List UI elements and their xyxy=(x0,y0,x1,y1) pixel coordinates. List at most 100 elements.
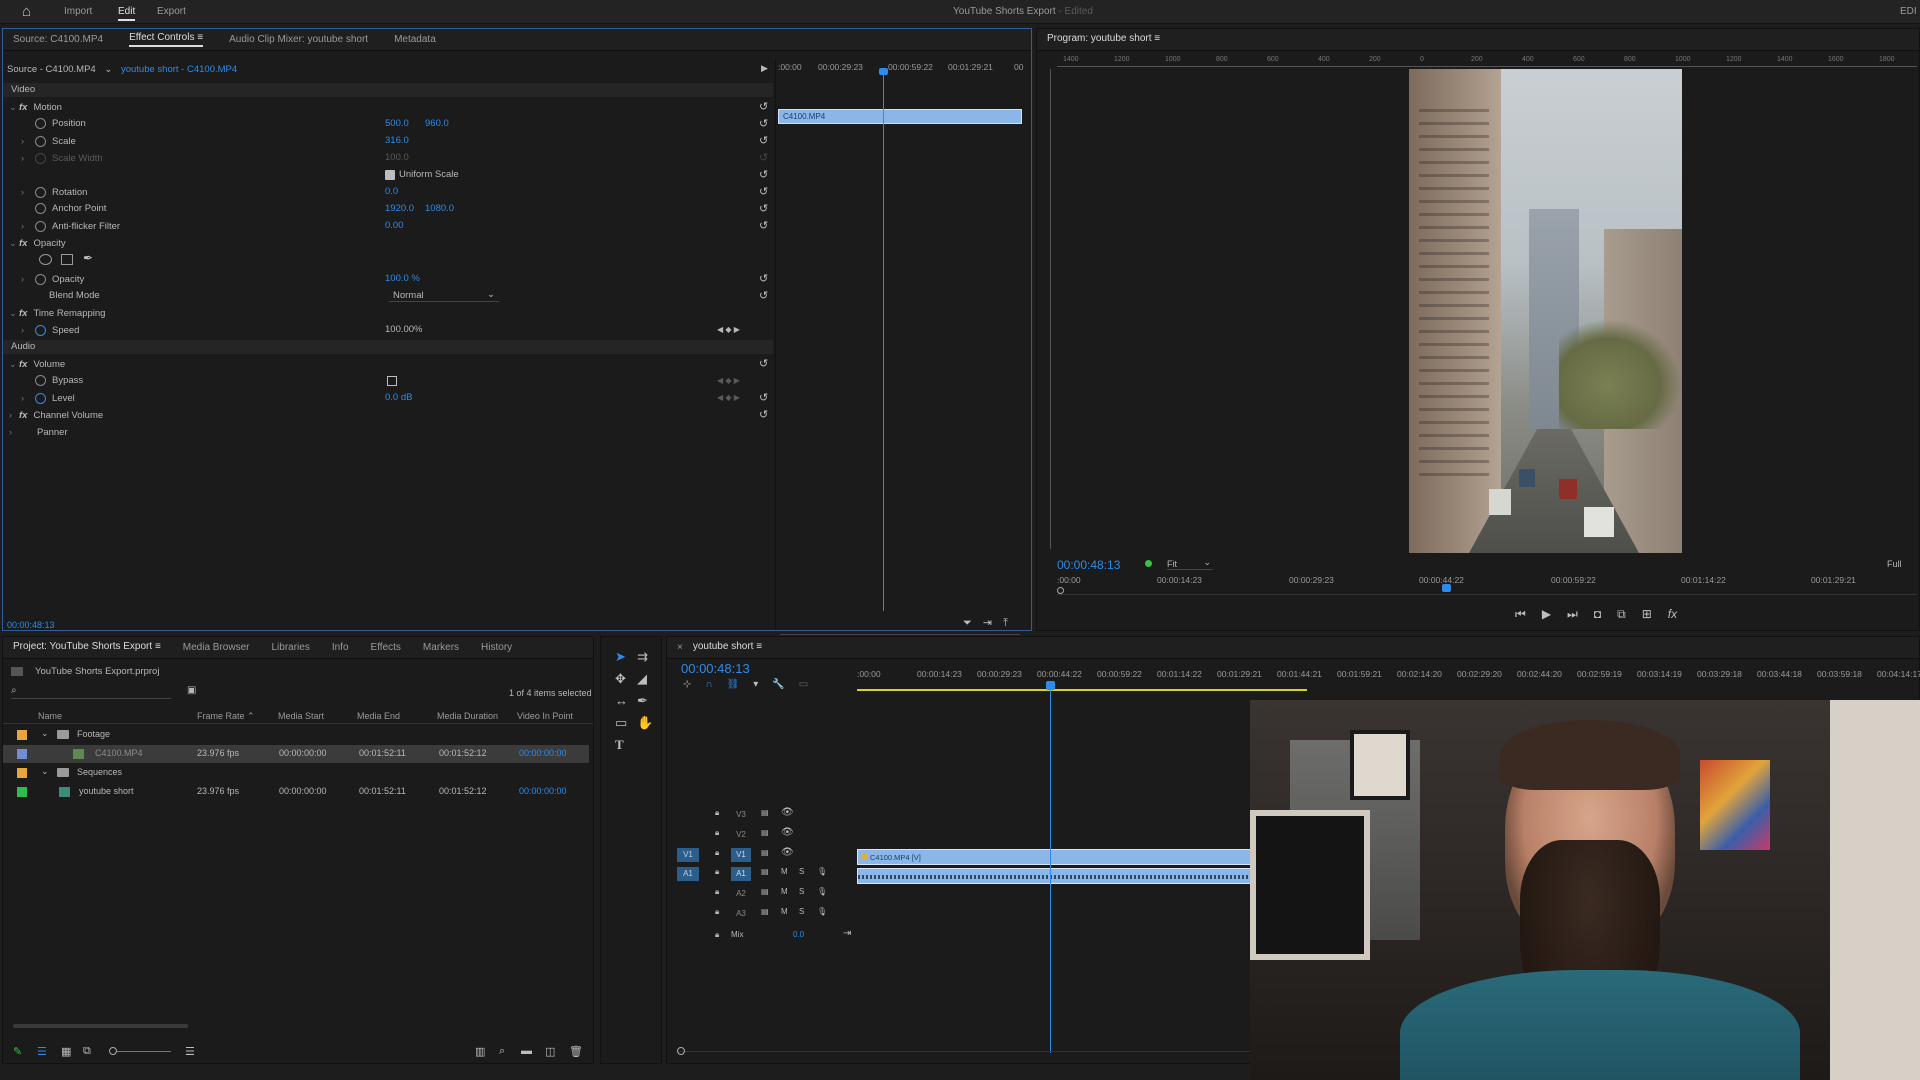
chevron-right-icon[interactable]: › xyxy=(21,391,31,405)
track-header[interactable]: 🔒︎ V2 ▤ 👁︎ xyxy=(677,826,857,844)
tab-project[interactable]: Project: YouTube Shorts Export ≡ xyxy=(13,641,161,654)
chevron-down-icon[interactable]: ⌄ xyxy=(41,766,49,777)
chevron-right-icon[interactable]: › xyxy=(9,425,19,439)
track-header[interactable]: 🔒︎ V3 ▤ 👁︎ xyxy=(677,806,857,824)
tab-program[interactable]: Program: youtube short ≡ xyxy=(1047,33,1160,46)
video-in-cell[interactable]: 00:00:00:00 xyxy=(519,748,567,758)
chevron-down-icon[interactable]: ⌄ xyxy=(9,357,19,371)
stopwatch-icon[interactable] xyxy=(35,186,46,198)
nest-icon[interactable]: ⊹ xyxy=(683,679,691,690)
pen-tool-icon[interactable]: ✒ xyxy=(637,693,659,709)
label-color-swatch[interactable] xyxy=(17,787,27,797)
menu-export[interactable]: Export xyxy=(157,6,186,17)
blend-mode-dropdown[interactable]: Normal ⌄ xyxy=(389,289,499,302)
keyframe-nav-icon[interactable]: ◀ ◆ ▶ xyxy=(717,323,740,337)
keyframe-nav-icon[interactable]: ◀ ◆ ▶ xyxy=(717,374,740,388)
fx-icon[interactable]: fx xyxy=(19,238,27,249)
lock-icon[interactable]: 🔒︎ xyxy=(715,828,719,838)
table-row[interactable]: C4100.MP4 23.976 fps 00:00:00:00 00:01:52:1… xyxy=(3,745,589,763)
tab-media-browser[interactable]: Media Browser xyxy=(183,642,250,653)
ec-scrollbar[interactable] xyxy=(780,634,1020,635)
tab-effects[interactable]: Effects xyxy=(371,642,401,653)
lock-icon[interactable]: 🔒︎ xyxy=(715,848,719,858)
mix-value[interactable]: 0.0 xyxy=(793,930,804,939)
stopwatch-icon[interactable] xyxy=(35,324,46,336)
expand-icon[interactable]: ⤒ xyxy=(1003,617,1008,629)
tab-info[interactable]: Info xyxy=(332,642,349,653)
fx-icon[interactable]: fx xyxy=(19,308,27,319)
track-name[interactable]: V2 xyxy=(731,828,751,842)
chevron-right-icon[interactable]: › xyxy=(21,323,31,337)
opacity-value[interactable]: 100.0 % xyxy=(385,272,420,286)
sort-icon[interactable]: ☰ xyxy=(185,1045,195,1058)
keyframe-nav-icon[interactable]: ◀ ◆ ▶ xyxy=(717,391,740,405)
uniform-scale-checkbox[interactable] xyxy=(385,170,395,180)
position-y-value[interactable]: 960.0 xyxy=(425,117,449,131)
home-icon[interactable]: ⌂ xyxy=(22,3,31,20)
eye-icon[interactable]: 👁︎ xyxy=(781,827,794,838)
track-name[interactable]: V3 xyxy=(731,808,751,822)
reset-icon[interactable]: ↺ xyxy=(759,272,768,286)
sync-lock-icon[interactable]: ▤ xyxy=(761,867,769,876)
ec-clip-bar[interactable]: C4100.MP4 xyxy=(778,109,1022,124)
reset-icon[interactable]: ↺ xyxy=(759,202,768,216)
mute-button[interactable]: M xyxy=(781,867,788,876)
playhead-handle[interactable] xyxy=(879,68,888,75)
ec-timecode[interactable]: 00:00:48:13 xyxy=(7,620,55,630)
automate-icon[interactable]: ▥ xyxy=(475,1045,485,1058)
play-icon[interactable]: ▶ xyxy=(1542,607,1551,622)
table-row[interactable]: ⌄ Footage xyxy=(3,726,589,744)
stopwatch-icon[interactable] xyxy=(35,135,46,147)
mix-track[interactable]: 🔒︎ Mix 0.0 ⇥ xyxy=(677,928,857,944)
video-in-cell[interactable]: 00:00:00:00 xyxy=(519,786,567,796)
position-x-value[interactable]: 500.0 xyxy=(385,117,409,131)
stopwatch-icon[interactable] xyxy=(35,220,46,232)
resolution-dropdown[interactable]: Full xyxy=(1887,559,1902,569)
trash-icon[interactable]: 🗑 xyxy=(569,1045,583,1058)
track-header[interactable]: A1 🔒︎ A1 ▤ M S 🎙︎ xyxy=(677,865,857,883)
menu-edit[interactable]: Edit xyxy=(118,6,136,21)
mute-button[interactable]: M xyxy=(781,907,788,916)
anchor-y-value[interactable]: 1080.0 xyxy=(425,202,454,216)
column-name[interactable]: Name xyxy=(38,711,62,721)
stopwatch-icon[interactable] xyxy=(35,202,46,214)
anchor-x-value[interactable]: 1920.0 xyxy=(385,202,414,216)
track-name[interactable]: A2 xyxy=(731,887,751,901)
column-video-in[interactable]: Video In Point xyxy=(517,711,573,721)
zoom-slider[interactable] xyxy=(111,1051,171,1052)
lock-icon[interactable]: 🔒︎ xyxy=(715,887,719,897)
reset-icon[interactable]: ↺ xyxy=(759,100,768,114)
rectangle-mask-icon[interactable] xyxy=(61,254,73,265)
pen-mask-icon[interactable]: ✒ xyxy=(83,251,93,265)
program-scrub-ruler[interactable]: :00:00 00:00:14:23 00:00:29:23 00:00:44:… xyxy=(1057,575,1917,595)
timeline-hscroll[interactable] xyxy=(677,1051,1257,1052)
chevron-right-icon[interactable]: › xyxy=(21,185,31,199)
scroll-handle[interactable] xyxy=(1057,587,1064,594)
list-view-icon[interactable]: ☰ xyxy=(37,1045,47,1058)
overwrite-icon[interactable]: ⊞ xyxy=(1642,607,1652,622)
item-name[interactable]: C4100.MP4 xyxy=(95,748,143,758)
sync-lock-icon[interactable]: ▤ xyxy=(761,828,769,837)
menu-import[interactable]: Import xyxy=(64,6,92,17)
tab-libraries[interactable]: Libraries xyxy=(271,642,309,653)
program-timecode[interactable]: 00:00:48:13 xyxy=(1057,558,1120,572)
sync-lock-icon[interactable]: ▤ xyxy=(761,848,769,857)
reset-icon[interactable]: ↺ xyxy=(759,408,768,422)
insert-icon[interactable]: ⧉ xyxy=(1617,607,1626,622)
playhead-handle[interactable] xyxy=(1046,681,1055,690)
chevron-down-icon[interactable]: ⌄ xyxy=(41,728,49,739)
solo-button[interactable]: S xyxy=(799,887,804,896)
sync-lock-icon[interactable]: ▤ xyxy=(761,907,769,916)
stopwatch-icon[interactable] xyxy=(35,374,46,386)
track-header[interactable]: 🔒︎ A3 ▤ M S 🎙︎ xyxy=(677,905,857,923)
work-area-bar[interactable] xyxy=(857,689,1307,691)
reset-icon[interactable]: ↺ xyxy=(759,219,768,233)
stopwatch-icon[interactable] xyxy=(35,392,46,404)
ec-mini-timeline[interactable]: :00:00 00:00:29:23 00:00:59:22 00:01:29:… xyxy=(775,59,1031,635)
new-bin-icon[interactable]: ▬ xyxy=(521,1045,532,1057)
stopwatch-icon[interactable] xyxy=(35,117,46,129)
source-patch[interactable]: V1 xyxy=(677,848,699,862)
microphone-icon[interactable]: 🎙︎ xyxy=(817,887,827,896)
column-media-start[interactable]: Media Start xyxy=(278,711,324,721)
chevron-down-icon[interactable]: ⌄ xyxy=(9,306,19,320)
